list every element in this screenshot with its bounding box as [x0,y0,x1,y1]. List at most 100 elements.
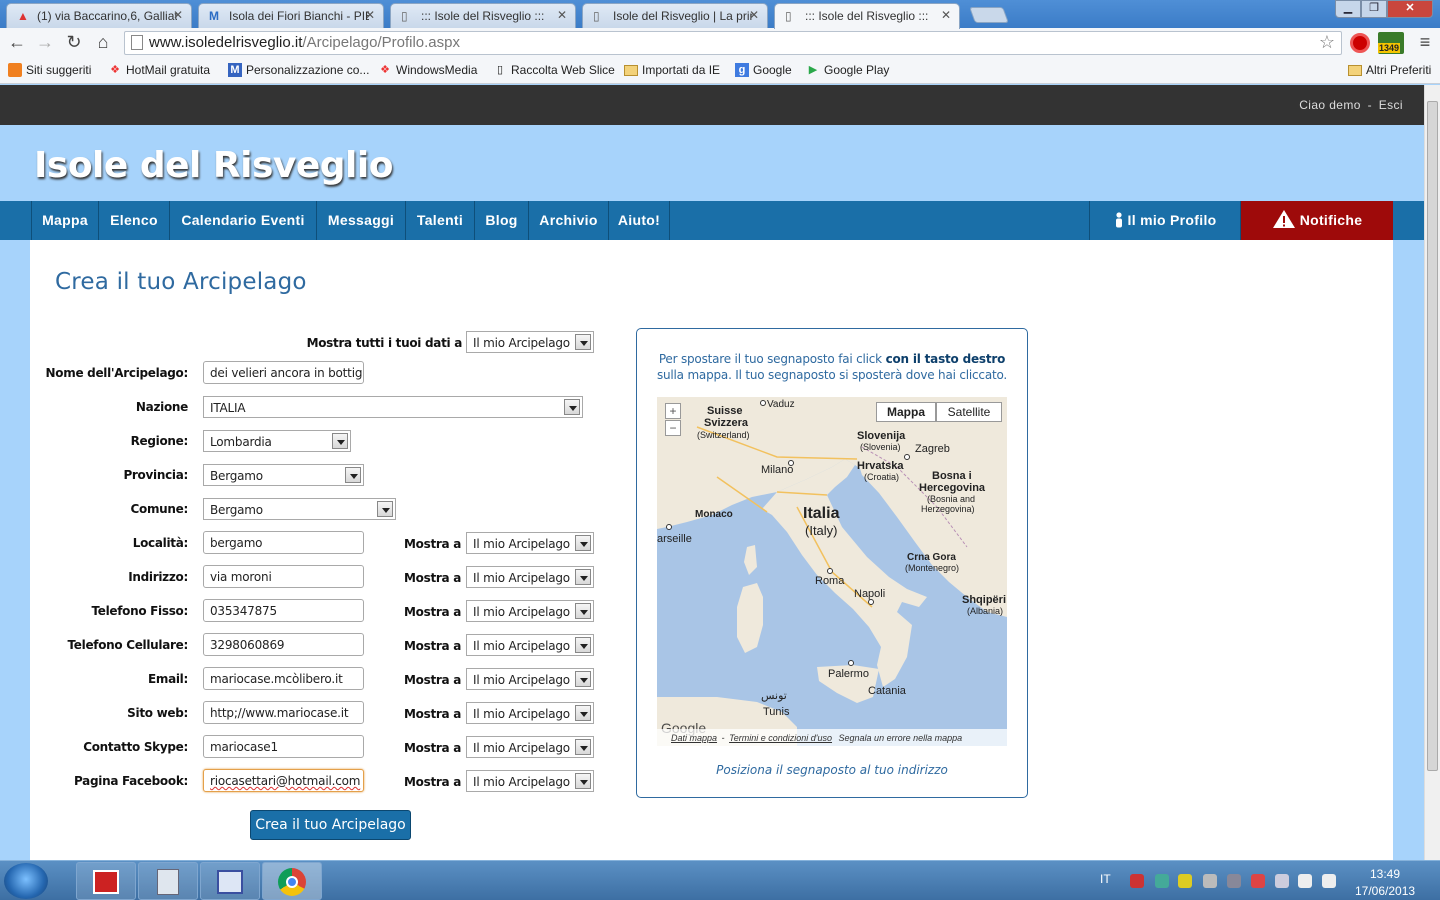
nav-item-messaggi[interactable]: Messaggi [317,201,406,240]
localita-input[interactable]: bergamo [203,531,364,554]
email-input[interactable]: mariocase.mcòlibero.it [203,667,364,690]
skype-input[interactable]: mariocase1 [203,735,364,758]
city-dot [868,599,874,605]
tray-flag-icon[interactable] [1275,874,1289,888]
email-visibility-select[interactable]: Il mio Arcipelago [466,668,594,690]
tray-app-icon[interactable] [1130,874,1144,888]
sito-web-input[interactable]: http;//www.mariocase.it [203,701,364,724]
bookmark-item[interactable]: ▶ Google Play [806,63,890,77]
map-report-link[interactable]: Segnala un errore nella mappa [839,733,963,743]
telefono-cellulare-input[interactable]: 3298060869 [203,633,364,656]
browser-tab-active[interactable]: ▯ ::: Isole del Risveglio ::: ✕ [774,3,960,29]
telefono-fisso-visibility-select[interactable]: Il mio Arcipelago [466,600,594,622]
zoom-out-button[interactable]: − [665,420,681,436]
nav-item-archivio[interactable]: Archivio [529,201,609,240]
bookmark-star-icon[interactable]: ☆ [1319,32,1335,53]
tray-app-icon[interactable] [1251,874,1265,888]
zoom-in-button[interactable]: + [665,403,681,419]
nav-item-talenti[interactable]: Talenti [406,201,475,240]
indirizzo-input[interactable]: via moroni [203,565,364,588]
tray-app-icon[interactable] [1178,874,1192,888]
clock-time[interactable]: 13:49 [1370,867,1400,881]
map-type-mappa-button[interactable]: Mappa [876,402,936,422]
indirizzo-label: Indirizzo: [128,570,188,584]
nav-item-profile[interactable]: Il mio Profilo [1089,201,1241,240]
telefono-fisso-input[interactable]: 035347875 [203,599,364,622]
nome-input[interactable]: dei velieri ancora in bottigl [203,361,364,384]
tray-app-icon[interactable] [1203,874,1217,888]
bookmark-folder[interactable]: Importati da IE [624,63,720,77]
signal-icon[interactable] [1298,874,1312,888]
map-canvas[interactable]: Suisse Svizzera (Switzerland) Vaduz Slov… [657,397,1007,746]
tray-language[interactable]: IT [1100,872,1111,886]
minimize-button[interactable]: ▁ [1335,0,1361,18]
close-icon[interactable]: ✕ [749,8,759,22]
map-terms-link[interactable]: Termini e condizioni d'uso [729,733,832,743]
back-arrow-icon[interactable]: ← [6,32,28,53]
browser-tab[interactable]: M Isola dei Fiori Bianchi - PIE ✕ [198,3,384,28]
chrome-icon [278,868,306,896]
maximize-button[interactable]: ❐ [1361,0,1387,18]
provincia-select[interactable]: Bergamo [203,464,364,486]
scrollbar-thumb[interactable] [1427,101,1438,771]
close-icon[interactable]: ✕ [173,8,183,22]
map-data-link[interactable]: Dati mappa [671,733,717,743]
new-tab-button[interactable] [969,7,1009,23]
comune-select[interactable]: Bergamo [203,498,396,520]
map-type-satellite-button[interactable]: Satellite [936,402,1002,422]
taskbar-app-chrome[interactable] [262,862,322,900]
tray-app-icon[interactable] [1155,874,1169,888]
create-archipelago-button[interactable]: Crea il tuo Arcipelago [250,810,411,840]
tray-app-icon[interactable] [1227,874,1241,888]
nav-item-elenco[interactable]: Elenco [99,201,170,240]
browser-tab[interactable]: ▯ Isole del Risveglio | La prin ✕ [582,3,768,28]
nav-item-mappa[interactable]: Mappa [31,201,99,240]
nav-item-calendario[interactable]: Calendario Eventi [170,201,317,240]
nazione-select[interactable]: ITALIA [203,396,583,418]
show-all-select[interactable]: Il mio Arcipelago [466,331,594,353]
close-icon[interactable]: ✕ [941,8,951,22]
taskbar-app-explorer[interactable] [200,862,260,900]
browser-tab[interactable]: ▲ (1) via Baccarino,6, Galliat ✕ [6,3,192,28]
bookmark-item[interactable]: g Google [735,63,792,77]
nav-item-aiuto[interactable]: Aiuto! [609,201,670,240]
site-logo-title[interactable]: Isole del Risveglio [34,145,393,186]
bookmark-item[interactable]: Siti suggeriti [8,63,91,77]
facebook-input[interactable]: riocasettari@hotmail.com [203,769,364,792]
window-close-button[interactable]: ✕ [1387,0,1433,18]
regione-select[interactable]: Lombardia [203,430,351,452]
browser-tab[interactable]: ▯ ::: Isole del Risveglio ::: ✕ [390,3,576,28]
volume-icon[interactable] [1322,874,1336,888]
facebook-visibility-select[interactable]: Il mio Arcipelago [466,770,594,792]
bookmark-item[interactable]: M Personalizzazione co... [228,63,369,77]
bookmark-item[interactable]: ❖ HotMail gratuita [108,63,210,77]
taskbar-app-acrobat[interactable] [76,862,136,900]
nav-item-notifications[interactable]: Notifiche [1241,201,1393,240]
reload-icon[interactable]: ↻ [63,32,85,53]
bookmark-item[interactable]: ▯ Raccolta Web Slice [493,63,615,77]
extension-badge-icon[interactable]: 1349 [1378,32,1404,54]
forward-arrow-icon[interactable]: → [34,32,56,53]
start-button[interactable] [4,863,48,899]
map-view[interactable]: Suisse Svizzera (Switzerland) Vaduz Slov… [657,397,1007,746]
taskbar-app-calculator[interactable] [138,862,198,900]
menu-icon[interactable]: ≡ [1414,32,1436,53]
home-icon[interactable]: ⌂ [92,32,114,53]
windows-flag-icon: ❖ [380,64,390,76]
nav-item-blog[interactable]: Blog [475,201,529,240]
clock-date[interactable]: 17/06/2013 [1355,884,1415,898]
adblock-icon[interactable] [1350,33,1370,53]
other-bookmarks-folder[interactable]: Altri Preferiti [1348,63,1431,77]
sito-web-visibility-select[interactable]: Il mio Arcipelago [466,702,594,724]
localita-visibility-select[interactable]: Il mio Arcipelago [466,532,594,554]
address-bar[interactable]: www.isoledelrisveglio.it/Arcipelago/Prof… [124,31,1342,55]
indirizzo-visibility-select[interactable]: Il mio Arcipelago [466,566,594,588]
bookmark-item[interactable]: ❖ WindowsMedia [378,63,477,77]
close-icon[interactable]: ✕ [365,8,375,22]
show-to-label: Mostra a [404,707,461,721]
skype-visibility-select[interactable]: Il mio Arcipelago [466,736,594,758]
telefono-cellulare-visibility-select[interactable]: Il mio Arcipelago [466,634,594,656]
close-icon[interactable]: ✕ [557,8,567,22]
page-scrollbar[interactable] [1424,85,1440,860]
logout-link[interactable]: Esci [1379,98,1403,112]
